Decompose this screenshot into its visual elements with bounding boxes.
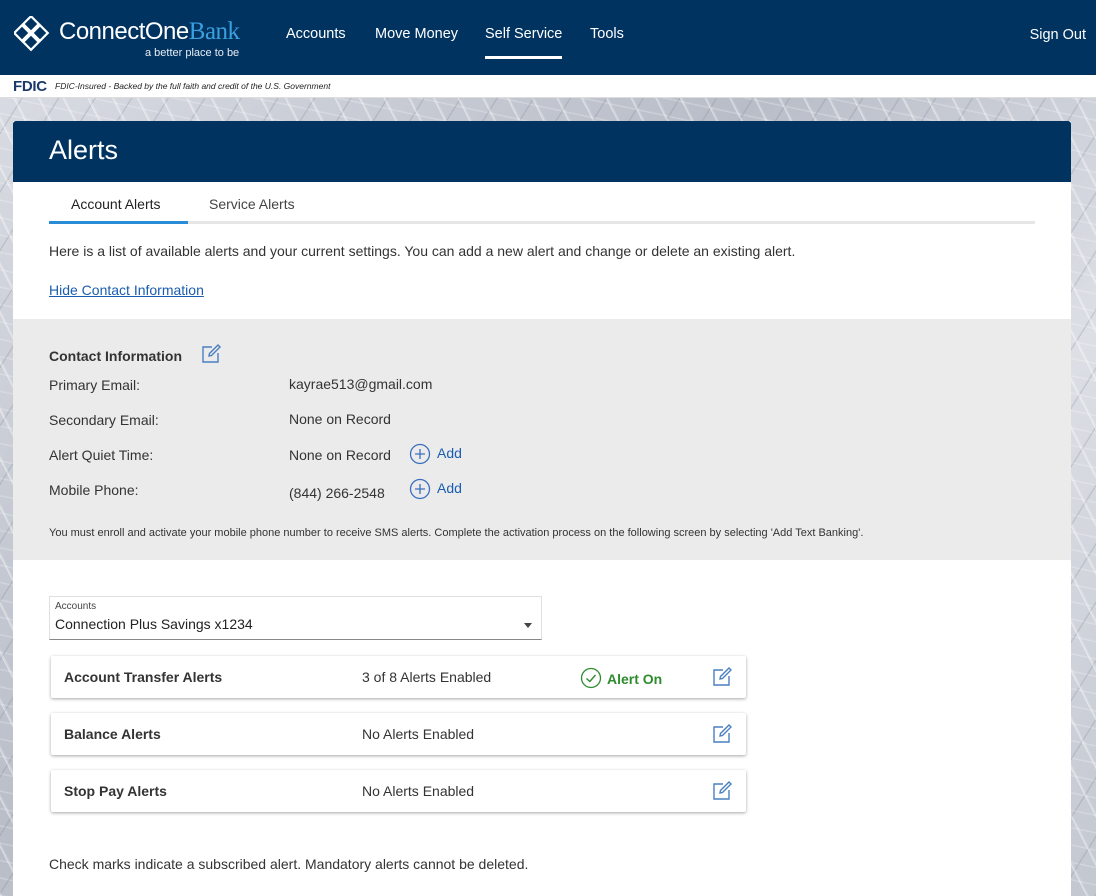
fdic-banner: FDIC FDIC-Insured - Backed by the full f… — [0, 75, 1096, 98]
primary-email-value: kayrae513@gmail.com — [289, 376, 433, 392]
sms-enrollment-note: You must enroll and activate your mobile… — [49, 527, 864, 539]
tab-account-alerts[interactable]: Account Alerts — [71, 196, 161, 212]
alert-status: No Alerts Enabled — [362, 726, 475, 742]
alerts-tabs: Account Alerts Service Alerts — [49, 182, 1035, 224]
alert-row-stop-pay[interactable]: Stop Pay Alerts No Alerts Enabled — [51, 770, 746, 812]
active-tab-indicator — [49, 221, 188, 224]
brand-name-connectone: ConnectOne — [59, 18, 189, 45]
alerts-footnote: Check marks indicate a subscribed alert.… — [49, 856, 529, 872]
top-nav-bar: ConnectOneBank a better place to be Acco… — [0, 0, 1096, 75]
alert-status: 3 of 8 Alerts Enabled — [362, 669, 492, 685]
alert-status: No Alerts Enabled — [362, 783, 475, 799]
page-title: Alerts — [49, 135, 119, 165]
accounts-select[interactable]: Accounts Connection Plus Savings x1234 — [49, 596, 542, 640]
check-circle-icon — [580, 667, 602, 689]
accounts-select-value: Connection Plus Savings x1234 — [55, 616, 253, 632]
alert-quiet-time-label: Alert Quiet Time: — [49, 447, 154, 463]
brand-name: ConnectOneBank — [59, 18, 240, 46]
mobile-phone-value: (844) 266-2548 — [289, 485, 385, 501]
fdic-text: FDIC-Insured - Backed by the full faith … — [55, 81, 331, 91]
alert-on-label: Alert On — [607, 671, 663, 687]
secondary-email-label: Secondary Email: — [49, 412, 159, 428]
contact-information-title: Contact Information — [49, 348, 182, 364]
edit-contact-icon[interactable] — [200, 343, 222, 365]
sign-out-link[interactable]: Sign Out — [1030, 27, 1086, 43]
plus-circle-icon — [409, 478, 431, 500]
fdic-logo: FDIC — [13, 78, 47, 95]
add-quiet-time-label: Add — [437, 445, 462, 461]
alert-name: Balance Alerts — [64, 726, 161, 742]
tab-service-alerts[interactable]: Service Alerts — [209, 196, 295, 212]
nav-accounts[interactable]: Accounts — [286, 26, 346, 42]
mobile-phone-label: Mobile Phone: — [49, 482, 139, 498]
alerts-card: Alerts Account Alerts Service Alerts Her… — [13, 121, 1071, 896]
card-header: Alerts — [13, 121, 1071, 182]
accounts-select-label: Accounts — [55, 601, 97, 612]
hide-contact-information-link[interactable]: Hide Contact Information — [49, 282, 204, 298]
brand-logo[interactable]: ConnectOneBank a better place to be — [14, 14, 254, 62]
connectone-logo-icon — [14, 16, 50, 52]
edit-balance-alerts-icon[interactable] — [711, 723, 733, 745]
caret-down-icon — [524, 623, 532, 628]
edit-stop-pay-alerts-icon[interactable] — [711, 780, 733, 802]
intro-text: Here is a list of available alerts and y… — [49, 243, 796, 259]
brand-tagline: a better place to be — [145, 47, 240, 59]
secondary-email-value: None on Record — [289, 411, 391, 427]
nav-self-service[interactable]: Self Service — [485, 26, 563, 59]
alert-quiet-time-value: None on Record — [289, 447, 391, 463]
plus-circle-icon — [409, 443, 431, 465]
alert-row-balance[interactable]: Balance Alerts No Alerts Enabled — [51, 713, 746, 755]
add-mobile-phone-label: Add — [437, 480, 462, 496]
alert-name: Stop Pay Alerts — [64, 783, 167, 799]
contact-information-panel: Contact Information Primary Email: kayra… — [13, 319, 1071, 560]
edit-account-transfer-alerts-icon[interactable] — [711, 666, 733, 688]
brand-name-bank: Bank — [188, 18, 240, 45]
alert-name: Account Transfer Alerts — [64, 669, 223, 685]
primary-email-label: Primary Email: — [49, 377, 141, 393]
nav-tools[interactable]: Tools — [590, 26, 624, 42]
nav-move-money[interactable]: Move Money — [375, 26, 458, 42]
alert-row-account-transfer[interactable]: Account Transfer Alerts 3 of 8 Alerts En… — [51, 656, 746, 698]
